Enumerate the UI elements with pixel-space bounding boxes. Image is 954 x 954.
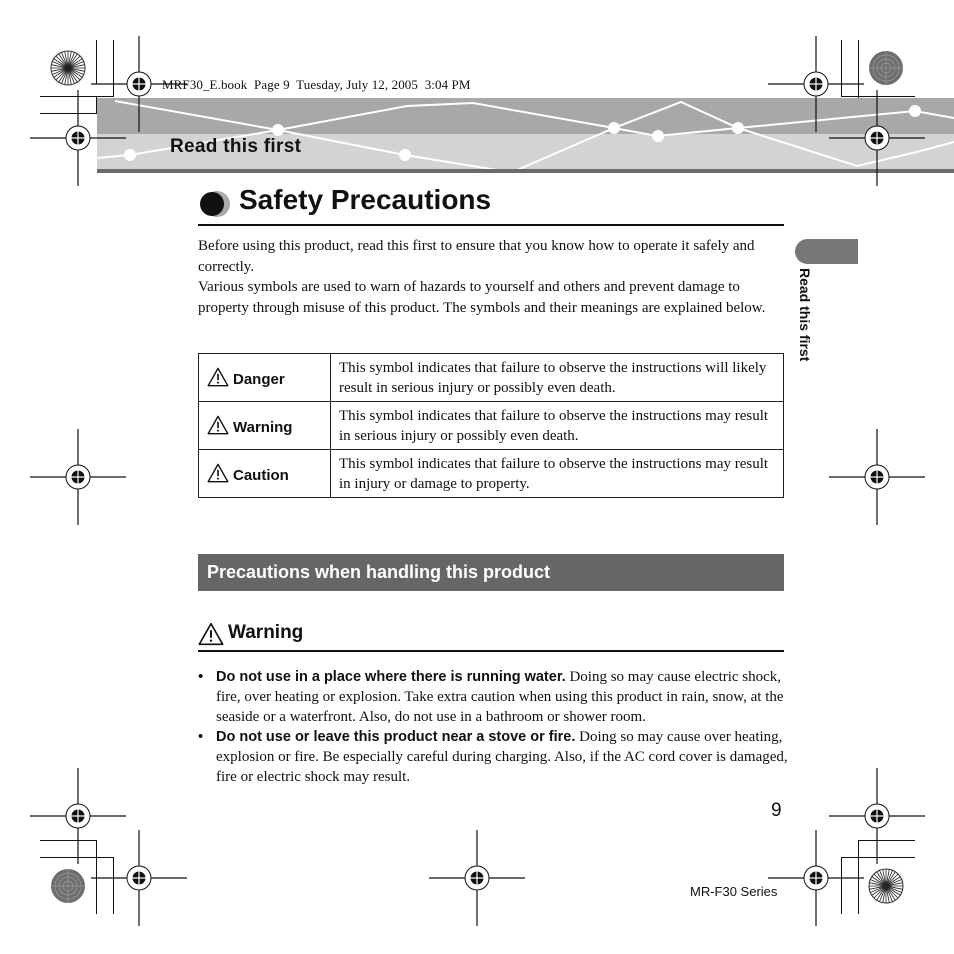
section-header: Precautions when handling this product — [198, 554, 784, 591]
intro-text: Before using this product, read this fir… — [198, 236, 788, 318]
header-band-rule — [97, 169, 954, 173]
page-number: 9 — [771, 800, 782, 821]
intro-paragraph: Various symbols are used to warn of haza… — [198, 279, 766, 316]
registration-mark-icon — [829, 429, 925, 525]
registration-mark-icon — [829, 90, 925, 186]
bullet-icon: • — [198, 728, 204, 745]
symbol-label-cell: Caution — [198, 449, 331, 498]
symbol-description: This symbol indicates that failure to ob… — [330, 353, 784, 402]
registration-mark-icon — [429, 830, 525, 926]
section-title: Precautions when handling this product — [207, 562, 551, 582]
registration-mark-icon — [768, 830, 864, 926]
registration-mark-icon — [30, 90, 126, 186]
warning-triangle-icon — [207, 463, 229, 483]
symbols-table: Danger This symbol indicates that failur… — [198, 353, 784, 498]
warning-triangle-icon — [207, 415, 229, 435]
side-tab — [795, 239, 858, 264]
circle-bullet-icon — [200, 191, 230, 217]
table-row: Caution This symbol indicates that failu… — [198, 449, 784, 498]
symbol-description: This symbol indicates that failure to ob… — [330, 401, 784, 450]
page-title: Safety Precautions — [239, 184, 492, 215]
page-title-block: Safety Precautions — [198, 184, 784, 226]
list-item-bold: Do not use or leave this product near a … — [216, 729, 576, 745]
warning-triangle-icon — [198, 622, 224, 646]
symbol-label: Warning — [233, 419, 293, 436]
warning-heading-text: Warning — [228, 622, 304, 643]
bullet-icon: • — [198, 668, 204, 685]
intro-paragraph: Before using this product, read this fir… — [198, 238, 755, 275]
side-tab-label: Read this first — [797, 268, 813, 362]
list-item: • Do not use in a place where there is ru… — [198, 667, 788, 727]
warning-list: • Do not use in a place where there is ru… — [198, 667, 788, 787]
header-section-title: Read this first — [170, 136, 302, 157]
symbol-label: Danger — [233, 371, 285, 388]
grey-target-icon — [48, 866, 88, 906]
warning-heading: Warning — [198, 620, 784, 652]
series-label: MR-F30 Series — [690, 884, 778, 899]
list-item: • Do not use or leave this product near a… — [198, 727, 788, 787]
list-item-bold: Do not use in a place where there is run… — [216, 669, 566, 685]
star-target-icon — [48, 48, 88, 88]
symbol-label-cell: Danger — [198, 353, 331, 402]
symbol-label-cell: Warning — [198, 401, 331, 450]
grey-target-icon — [866, 48, 906, 88]
print-info: MRF30_E.book Page 9 Tuesday, July 12, 20… — [162, 77, 471, 92]
symbol-label: Caution — [233, 467, 289, 484]
star-target-icon — [866, 866, 906, 906]
warning-triangle-icon — [207, 367, 229, 387]
symbol-description: This symbol indicates that failure to ob… — [330, 449, 784, 498]
table-row: Danger This symbol indicates that failur… — [198, 353, 784, 402]
table-row: Warning This symbol indicates that failu… — [198, 401, 784, 450]
registration-mark-icon — [30, 429, 126, 525]
registration-mark-icon — [91, 830, 187, 926]
